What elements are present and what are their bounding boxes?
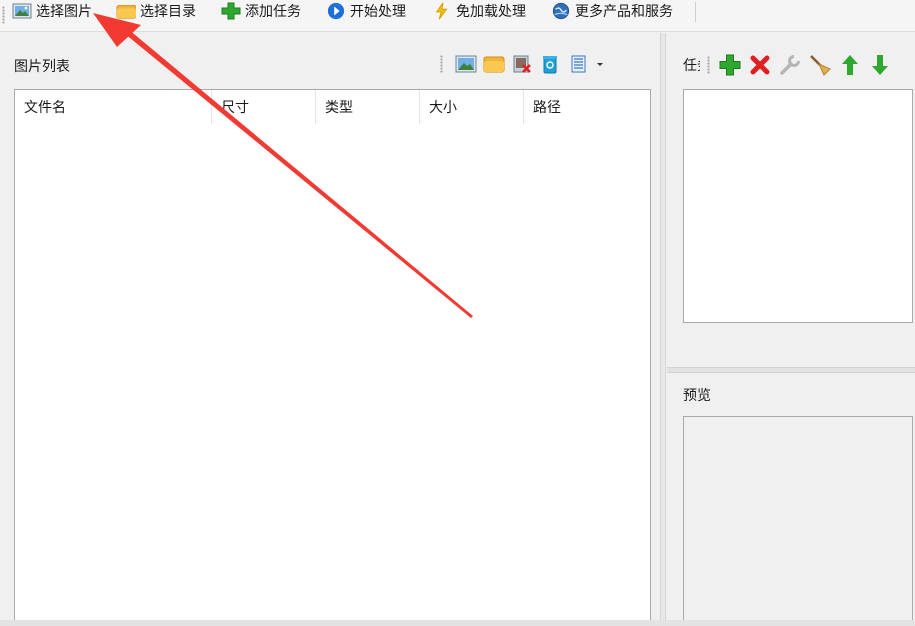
column-header-path[interactable]: 路径: [524, 90, 650, 124]
globe-icon: [552, 2, 570, 20]
start-process-button[interactable]: 开始处理: [326, 0, 406, 22]
select-folder-button[interactable]: 选择目录: [116, 0, 196, 22]
list-view-icon[interactable]: [567, 54, 589, 74]
move-down-icon[interactable]: [868, 53, 892, 77]
window-bottom-edge: [0, 620, 915, 626]
column-header-type[interactable]: 类型: [316, 90, 420, 124]
preview-area: [683, 416, 913, 626]
recycle-bin-icon[interactable]: [539, 54, 561, 74]
preview-panel-title: 预览: [683, 388, 711, 404]
task-toolbar: [707, 51, 892, 79]
remove-image-icon[interactable]: [511, 54, 533, 74]
add-image-icon[interactable]: [455, 54, 477, 74]
select-folder-label: 选择目录: [140, 4, 196, 20]
list-toolbar-grip[interactable]: [440, 55, 443, 73]
image-list-title: 图片列表: [14, 59, 70, 75]
main-toolbar: 选择图片 选择目录 添加任务 开始处理 免加载处理 更多产品和服务: [0, 0, 915, 32]
chevron-down-icon[interactable]: [595, 54, 605, 74]
folder-icon: [116, 5, 136, 19]
preview-panel: 预览: [667, 373, 915, 626]
more-products-label: 更多产品和服务: [575, 4, 673, 20]
task-list[interactable]: [683, 89, 913, 323]
more-products-button[interactable]: 更多产品和服务: [551, 0, 673, 22]
image-file-list[interactable]: 文件名 尺寸 类型 大小 路径: [14, 89, 651, 626]
start-process-label: 开始处理: [350, 4, 406, 20]
column-header-dimensions[interactable]: 尺寸: [212, 90, 316, 124]
delete-task-icon[interactable]: [748, 53, 772, 77]
wrench-icon[interactable]: [778, 53, 802, 77]
play-icon: [327, 2, 345, 20]
no-load-process-label: 免加载处理: [456, 4, 526, 20]
toolbar-grip[interactable]: [2, 6, 5, 24]
column-header-filename[interactable]: 文件名: [15, 90, 212, 124]
lightning-icon: [435, 2, 448, 20]
task-panel-title: 任务: [683, 58, 700, 74]
add-task-button[interactable]: 添加任务: [221, 0, 301, 22]
no-load-process-button[interactable]: 免加载处理: [432, 0, 526, 22]
task-toolbar-grip[interactable]: [707, 56, 710, 74]
add-task-icon[interactable]: [718, 53, 742, 77]
select-image-button[interactable]: 选择图片: [12, 0, 92, 22]
image-list-toolbar: [440, 52, 605, 76]
task-panel: 任务: [667, 33, 915, 367]
plus-icon: [221, 2, 241, 20]
image-icon: [12, 3, 32, 19]
broom-icon[interactable]: [808, 53, 832, 77]
add-task-label: 添加任务: [245, 4, 301, 20]
column-header-size[interactable]: 大小: [420, 90, 524, 124]
add-folder-icon[interactable]: [483, 54, 505, 74]
vertical-splitter[interactable]: [660, 33, 666, 626]
image-list-panel: 图片列表 文件名 尺寸 类型 大小 路径: [0, 33, 660, 626]
move-up-icon[interactable]: [838, 53, 862, 77]
toolbar-separator: [695, 2, 696, 22]
select-image-label: 选择图片: [36, 4, 92, 20]
